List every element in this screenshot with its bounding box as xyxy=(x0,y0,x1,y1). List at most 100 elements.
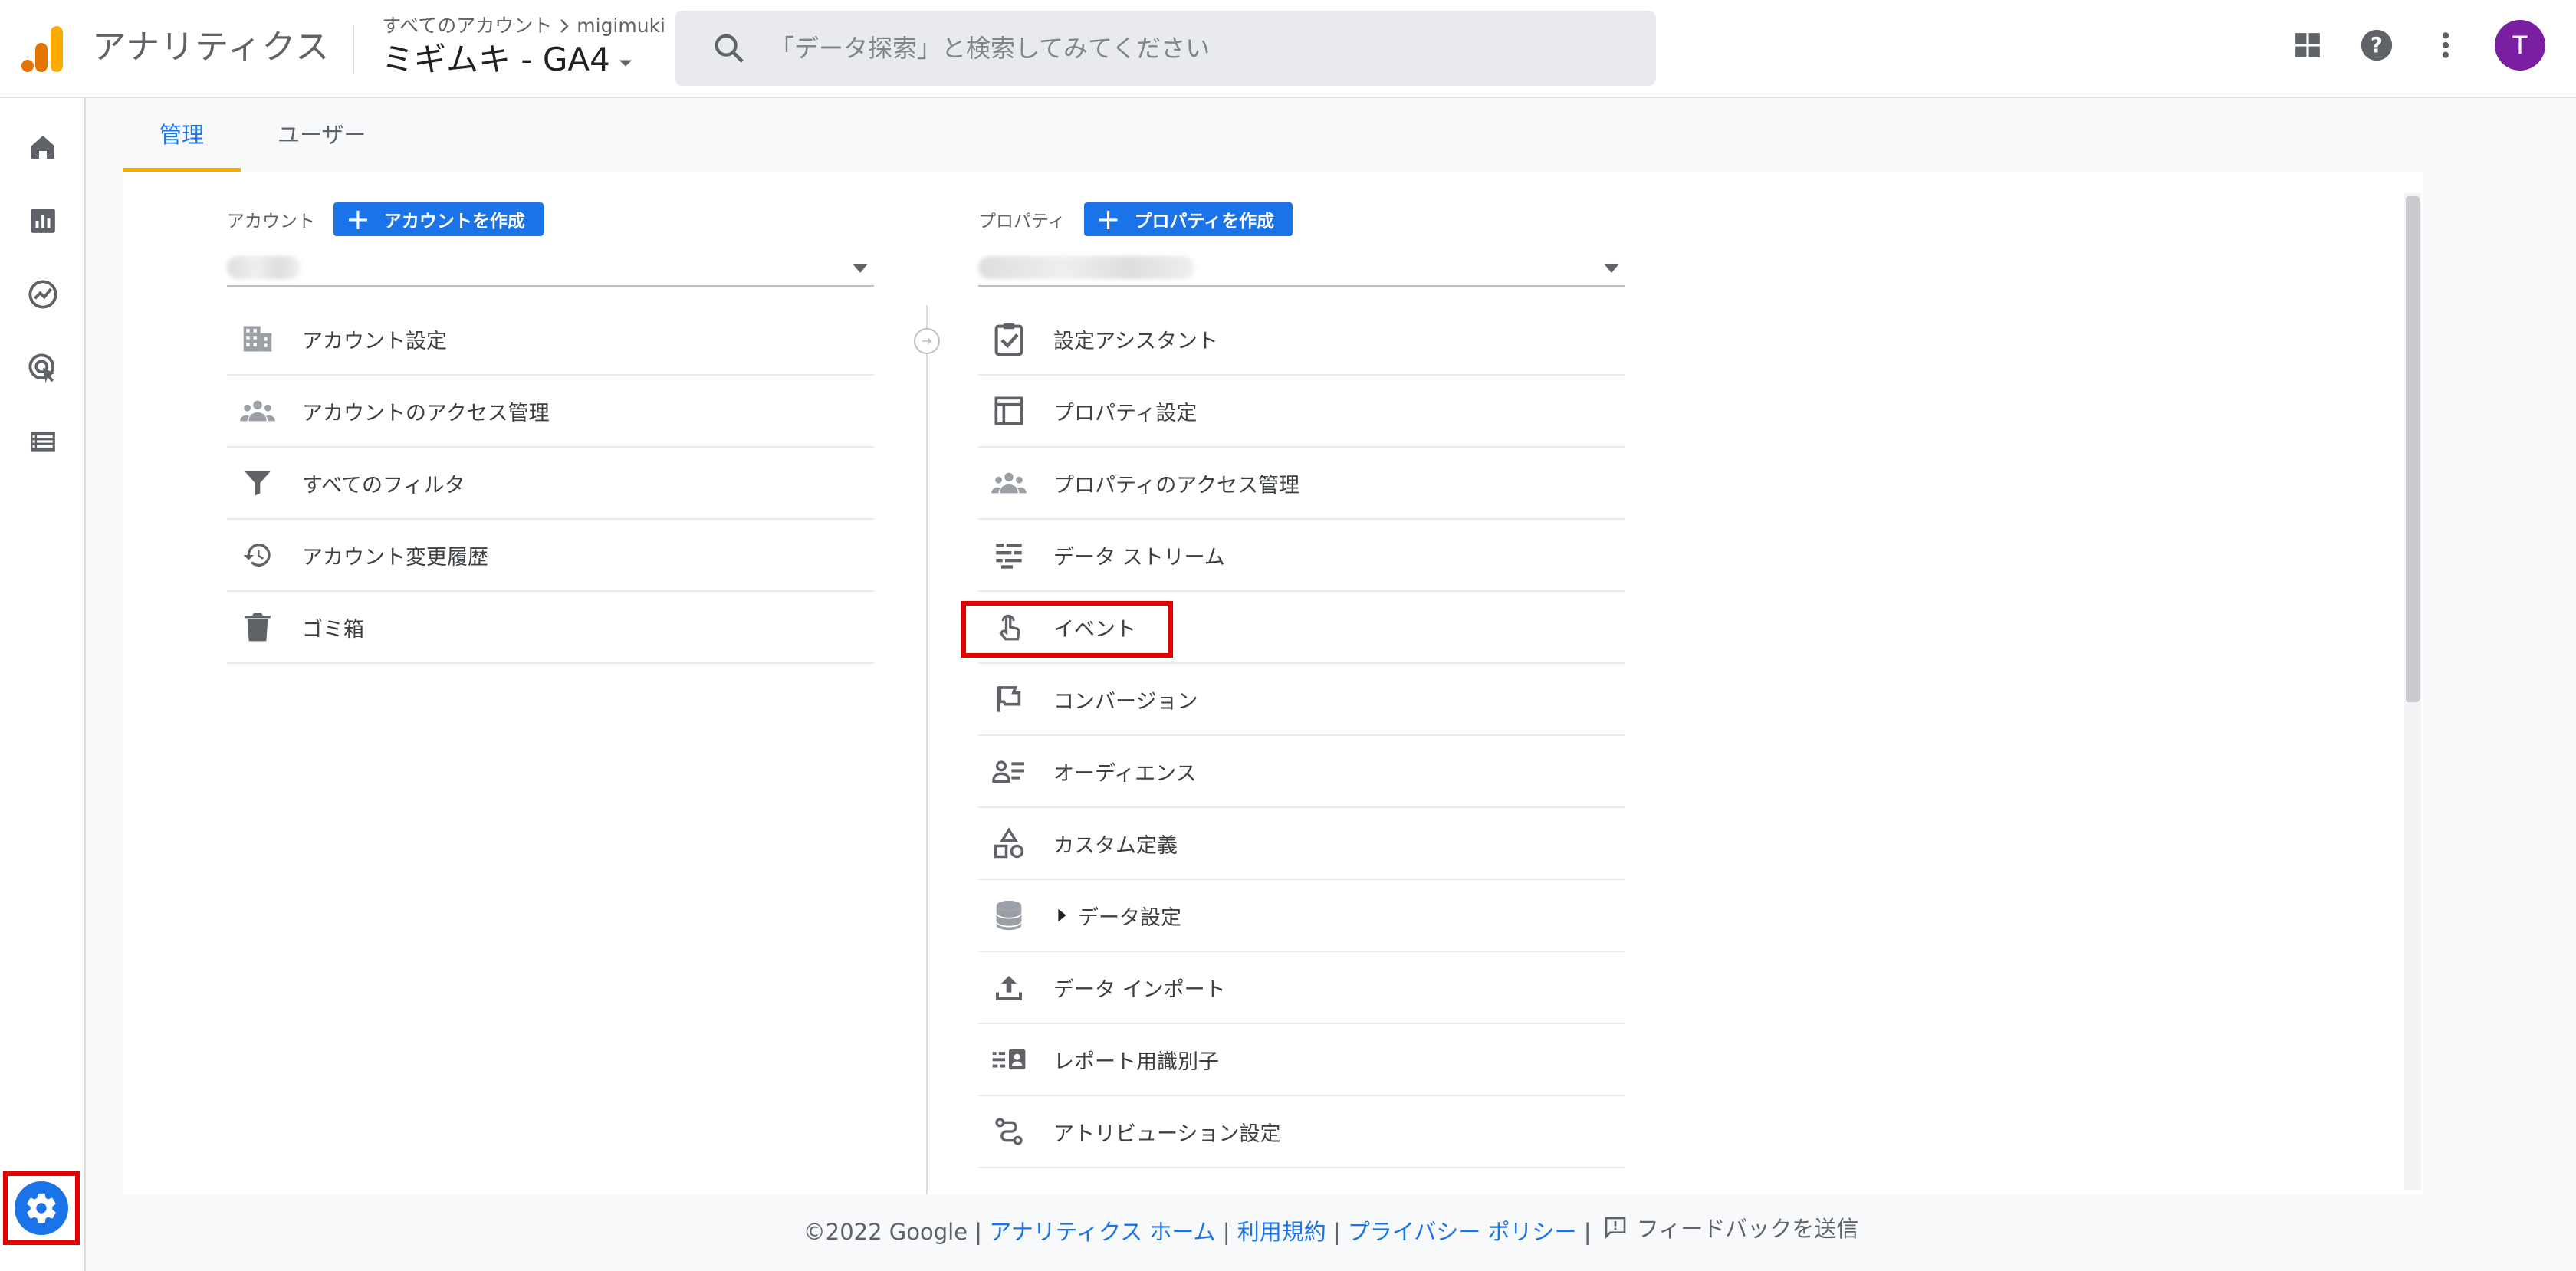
caret-down-icon xyxy=(619,60,632,67)
building-icon xyxy=(239,320,276,357)
account-selector[interactable] xyxy=(227,250,874,287)
layout-icon xyxy=(991,392,1027,429)
setup-assistant-label: 設定アシスタント xyxy=(1053,329,1218,353)
all-filters-item[interactable]: すべてのフィルタ xyxy=(227,448,874,520)
footer-separator: | xyxy=(1583,1219,1592,1245)
advertising-icon[interactable] xyxy=(23,348,63,388)
analytics-home-link[interactable]: アナリティクス ホーム xyxy=(989,1219,1215,1245)
analytics-logo[interactable] xyxy=(21,25,64,74)
create-property-label: プロパティを作成 xyxy=(1134,212,1275,232)
apps-grid-icon[interactable] xyxy=(2288,25,2328,65)
account-name-redacted xyxy=(227,256,301,279)
trash-item[interactable]: ゴミ箱 xyxy=(227,592,874,664)
search-icon xyxy=(715,34,744,63)
dropdown-arrow-icon xyxy=(853,264,868,273)
tab-admin[interactable]: 管理 xyxy=(123,98,242,172)
property-settings-label: プロパティ設定 xyxy=(1053,401,1198,425)
account-change-history-label: アカウント変更履歴 xyxy=(302,545,488,570)
property-menu: 設定アシスタント プロパティ設定 プロパティのアクセス管理 データ ストリーム … xyxy=(978,304,1625,1168)
property-access-label: プロパティのアクセス管理 xyxy=(1053,473,1300,498)
audiences-label: オーディエンス xyxy=(1053,761,1197,786)
shapes-icon xyxy=(991,825,1027,862)
more-vert-icon[interactable] xyxy=(2426,25,2466,65)
dropdown-arrow-icon xyxy=(1604,264,1619,273)
reporting-identity-item[interactable]: レポート用識別子 xyxy=(978,1024,1625,1096)
audiences-item[interactable]: オーディエンス xyxy=(978,736,1625,808)
admin-tabs: 管理 ユーザー xyxy=(123,98,402,172)
property-selector[interactable]: ミギムキ - GA4 xyxy=(382,38,636,81)
custom-definitions-item[interactable]: カスタム定義 xyxy=(978,808,1625,880)
scrollbar-thumb[interactable] xyxy=(2406,196,2420,702)
top-bar: アナリティクス すべてのアカウント migimuki ミギムキ - GA4 ? … xyxy=(0,0,2576,98)
upload-icon xyxy=(991,969,1027,1006)
custom-definitions-label: カスタム定義 xyxy=(1053,833,1178,858)
privacy-policy-link[interactable]: プライバシー ポリシー xyxy=(1348,1219,1577,1245)
create-account-button[interactable]: + アカウントを作成 xyxy=(334,202,544,236)
history-icon xyxy=(239,537,276,573)
people-icon xyxy=(991,465,1027,501)
reports-icon[interactable] xyxy=(23,201,63,241)
home-icon[interactable] xyxy=(23,127,63,167)
account-access-item[interactable]: アカウントのアクセス管理 xyxy=(227,376,874,448)
attribution-settings-item[interactable]: アトリビューション設定 xyxy=(978,1096,1625,1168)
expand-arrow-icon[interactable] xyxy=(1053,907,1070,924)
data-streams-item[interactable]: データ ストリーム xyxy=(978,520,1625,592)
data-settings-label: データ設定 xyxy=(1078,905,1181,930)
arrow-right-icon xyxy=(914,328,940,354)
conversions-label: コンバージョン xyxy=(1053,689,1198,714)
configure-list-icon[interactable] xyxy=(23,422,63,461)
chevron-right-icon xyxy=(560,19,569,33)
id-card-icon xyxy=(991,1041,1027,1078)
trash-label: ゴミ箱 xyxy=(302,617,364,642)
create-property-button[interactable]: + プロパティを作成 xyxy=(1083,202,1293,236)
trash-icon xyxy=(239,609,276,645)
audience-icon xyxy=(991,753,1027,790)
search-bar[interactable] xyxy=(675,11,1656,86)
events-highlight-box xyxy=(961,601,1173,658)
send-feedback-button[interactable]: フィードバックを送信 xyxy=(1598,1211,1858,1243)
help-icon[interactable]: ? xyxy=(2357,25,2397,65)
search-input[interactable] xyxy=(770,34,1613,63)
property-access-item[interactable]: プロパティのアクセス管理 xyxy=(978,448,1625,520)
account-settings-label: アカウント設定 xyxy=(302,329,447,353)
streams-icon xyxy=(991,537,1027,573)
account-settings-item[interactable]: アカウント設定 xyxy=(227,304,874,376)
conversions-item[interactable]: コンバージョン xyxy=(978,664,1625,736)
breadcrumb[interactable]: すべてのアカウント migimuki xyxy=(382,14,665,38)
property-label: プロパティ xyxy=(978,212,1066,232)
data-streams-label: データ ストリーム xyxy=(1053,545,1225,570)
plus-icon: + xyxy=(1096,202,1121,236)
feedback-icon xyxy=(1605,1217,1626,1240)
breadcrumb-all-accounts[interactable]: すべてのアカウント xyxy=(382,14,552,38)
feedback-label: フィードバックを送信 xyxy=(1636,1216,1859,1242)
property-selector-dropdown[interactable] xyxy=(978,250,1625,287)
breadcrumb-account[interactable]: migimuki xyxy=(577,14,665,38)
setup-assistant-item[interactable]: 設定アシスタント xyxy=(978,304,1625,376)
attribution-settings-label: アトリビューション設定 xyxy=(1053,1122,1281,1146)
footer-separator: | xyxy=(974,1219,983,1245)
account-label: アカウント xyxy=(227,212,315,232)
copyright: ©2022 Google xyxy=(803,1219,968,1245)
create-account-label: アカウントを作成 xyxy=(383,212,525,232)
filter-icon xyxy=(239,465,276,501)
data-settings-item[interactable]: データ設定 xyxy=(978,880,1625,952)
account-access-label: アカウントのアクセス管理 xyxy=(302,401,550,425)
account-change-history-item[interactable]: アカウント変更履歴 xyxy=(227,520,874,592)
avatar[interactable]: T xyxy=(2495,20,2545,71)
left-nav xyxy=(0,98,86,1271)
people-icon xyxy=(239,392,276,429)
tab-user[interactable]: ユーザー xyxy=(241,98,402,172)
product-name: アナリティクス xyxy=(92,28,330,67)
property-settings-item[interactable]: プロパティ設定 xyxy=(978,376,1625,448)
plus-icon: + xyxy=(346,202,370,236)
terms-link[interactable]: 利用規約 xyxy=(1237,1219,1326,1245)
data-import-item[interactable]: データ インポート xyxy=(978,952,1625,1024)
footer-separator: | xyxy=(1222,1219,1230,1245)
explore-icon[interactable] xyxy=(23,274,63,314)
database-icon xyxy=(991,897,1027,934)
property-title[interactable]: ミギムキ - GA4 xyxy=(382,38,610,81)
account-column-header: アカウント + アカウントを作成 xyxy=(227,202,544,236)
footer: ©2022 Google | アナリティクス ホーム | 利用規約 | プライバ… xyxy=(0,1211,2576,1246)
checklist-icon xyxy=(991,320,1027,357)
header-divider xyxy=(353,25,354,74)
